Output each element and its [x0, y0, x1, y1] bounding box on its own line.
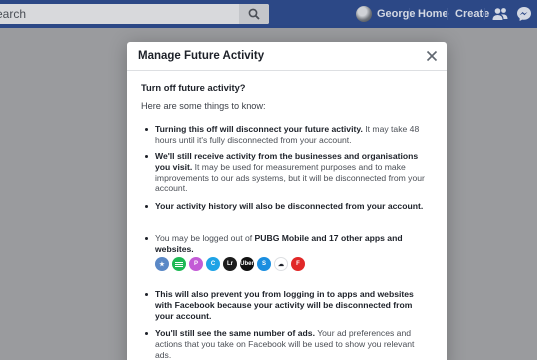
profile-link[interactable]: George	[356, 5, 416, 23]
dialog-question: Turn off future activity?	[141, 82, 246, 93]
nav-divider	[409, 8, 410, 20]
pubg-icon: ★	[155, 257, 169, 271]
top-navigation-bar: earch George Home Create	[0, 0, 537, 28]
list-item: This will also prevent you from logging …	[141, 289, 431, 321]
spotify-icon	[172, 257, 186, 271]
search-bar[interactable]: earch	[0, 4, 269, 24]
bullet-bold-text: This will also prevent you from logging …	[155, 289, 414, 321]
lightroom-icon: Lr	[223, 257, 237, 271]
friends-icon[interactable]	[492, 7, 508, 21]
dialog-header: Manage Future Activity	[127, 42, 447, 71]
list-item: Turning this off will disconnect your fu…	[141, 124, 431, 146]
manage-future-activity-dialog: Manage Future Activity Turn off future a…	[127, 42, 447, 360]
close-icon[interactable]	[426, 50, 438, 62]
dialog-title: Manage Future Activity	[138, 50, 265, 62]
nav-divider	[484, 8, 485, 20]
cloud-icon: ☁	[274, 257, 288, 271]
messenger-icon[interactable]	[516, 6, 532, 22]
shazam-icon: S	[257, 257, 271, 271]
avatar	[356, 6, 372, 22]
bullet-text: It may be used for measurement purposes …	[155, 161, 425, 194]
list-item: You may be logged out of PUBG Mobile and…	[141, 233, 431, 255]
bullet-text: You may be logged out of	[155, 233, 255, 243]
connected-apps-row: ★ P C Lr Uber S ☁ F	[155, 257, 305, 271]
bullet-bold-text: Turning this off will disconnect your fu…	[155, 124, 363, 134]
home-link[interactable]: Home	[418, 8, 449, 20]
list-item: We'll still receive activity from the bu…	[141, 151, 431, 194]
list-item: You'll still see the same number of ads.…	[141, 328, 431, 360]
list-item: Your activity history will also be disco…	[141, 201, 431, 212]
picsart-icon: P	[189, 257, 203, 271]
uber-icon: Uber	[240, 257, 254, 271]
dialog-body: Turn off future activity? Here are some …	[141, 82, 437, 254]
nav-divider	[447, 8, 448, 20]
bullet-bold-text: Your activity history will also be disco…	[155, 201, 424, 211]
dialog-intro: Here are some things to know:	[141, 101, 266, 111]
canva-icon: C	[206, 257, 220, 271]
flipboard-icon: F	[291, 257, 305, 271]
bullet-bold-text: You'll still see the same number of ads.	[155, 328, 315, 338]
search-button[interactable]	[239, 4, 269, 24]
search-input[interactable]: earch	[0, 7, 26, 21]
search-icon	[248, 8, 260, 20]
